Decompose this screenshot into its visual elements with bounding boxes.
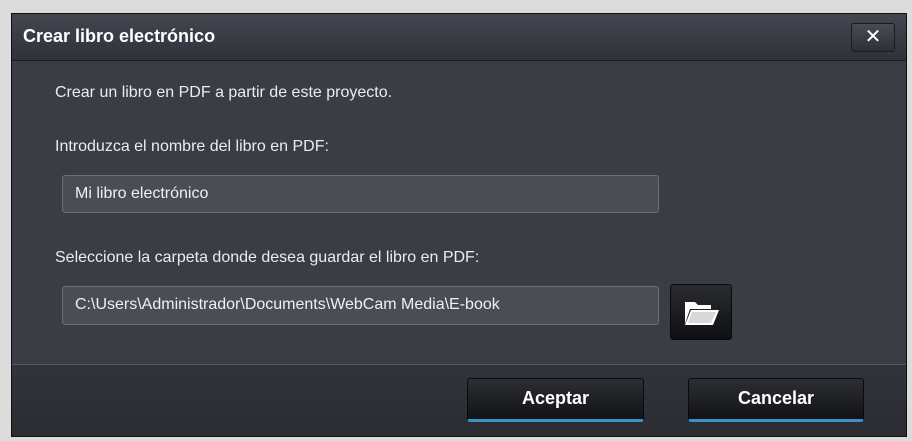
accept-button[interactable]: Aceptar <box>467 378 644 422</box>
pdf-name-label: Introduzca el nombre del libro en PDF: <box>55 138 329 155</box>
browse-folder-button[interactable] <box>670 284 732 340</box>
folder-open-icon <box>685 302 719 325</box>
folder-path-input[interactable]: C:\Users\Administrador\Documents\WebCam … <box>62 286 659 325</box>
cancel-button[interactable]: Cancelar <box>688 378 864 422</box>
close-icon: ✕ <box>864 26 882 48</box>
folder-label: Seleccione la carpeta donde desea guarda… <box>55 249 480 266</box>
close-button[interactable]: ✕ <box>851 23 895 52</box>
dialog-title: Crear libro electrónico <box>23 26 216 46</box>
dialog-titlebar: Crear libro electrónico ✕ <box>12 14 906 61</box>
dialog-footer: Aceptar Cancelar <box>12 364 906 436</box>
create-ebook-dialog: Crear libro electrónico ✕ Crear un libro… <box>11 13 907 437</box>
description-text: Crear un libro en PDF a partir de este p… <box>55 84 393 101</box>
pdf-name-input[interactable]: Mi libro electrónico <box>62 175 659 213</box>
dialog-content: Crear un libro en PDF a partir de este p… <box>12 61 906 364</box>
